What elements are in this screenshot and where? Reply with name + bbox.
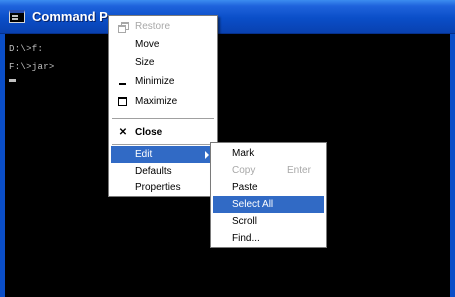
system-menu: Restore Move Size Minimize Maximize ✕ Cl… <box>108 15 218 197</box>
edit-submenu: Mark Copy Enter Paste Select All Scroll … <box>210 142 327 248</box>
menu-item-copy: Copy Enter <box>213 162 324 179</box>
console-line: D:\>f: <box>9 44 44 54</box>
menu-item-label: Copy <box>232 165 256 176</box>
menu-item-label: Find... <box>232 233 260 244</box>
menu-item-find[interactable]: Find... <box>213 230 324 247</box>
restore-icon <box>118 22 129 33</box>
menu-item-label: Paste <box>232 182 258 193</box>
menu-item-size[interactable]: Size <box>111 54 215 71</box>
menu-item-label: Minimize <box>135 76 175 87</box>
menu-separator <box>112 144 214 145</box>
title-bar[interactable]: Command P <box>0 0 455 34</box>
menu-item-mark[interactable]: Mark <box>213 145 324 162</box>
text-cursor <box>9 79 16 82</box>
menu-item-paste[interactable]: Paste <box>213 179 324 196</box>
menu-item-label: Maximize <box>135 96 178 107</box>
menu-item-label: Restore <box>135 21 171 32</box>
menu-item-close[interactable]: ✕ Close <box>111 124 215 141</box>
command-prompt-window: Command P D:\>f: F:\>jar> Restore Move S… <box>0 0 455 297</box>
menu-item-scroll[interactable]: Scroll <box>213 213 324 230</box>
minimize-icon <box>119 83 126 85</box>
submenu-arrow-icon <box>205 151 209 159</box>
console-line: F:\>jar> <box>9 62 55 72</box>
menu-item-minimize[interactable]: Minimize <box>111 73 215 90</box>
menu-separator <box>112 118 214 119</box>
menu-item-label: Move <box>135 39 160 50</box>
menu-item-move[interactable]: Move <box>111 36 215 53</box>
menu-item-label: Select All <box>232 199 274 210</box>
window-title: Command P <box>32 9 108 24</box>
menu-item-label: Defaults <box>135 166 172 177</box>
menu-item-label: Close <box>135 127 163 138</box>
menu-item-maximize[interactable]: Maximize <box>111 93 215 110</box>
maximize-icon <box>118 97 127 106</box>
menu-item-label: Size <box>135 57 155 68</box>
menu-item-defaults[interactable]: Defaults <box>111 163 215 180</box>
menu-item-label: Edit <box>135 149 153 160</box>
menu-item-properties[interactable]: Properties <box>111 179 215 196</box>
menu-item-select-all[interactable]: Select All <box>213 196 324 213</box>
menu-item-label: Properties <box>135 182 181 193</box>
menu-item-label: Mark <box>232 148 255 159</box>
window-border-right <box>450 34 455 297</box>
menu-item-label: Scroll <box>232 216 258 227</box>
close-icon: ✕ <box>118 127 128 138</box>
menu-item-restore: Restore <box>111 18 215 35</box>
command-prompt-icon[interactable] <box>9 10 25 23</box>
menu-item-edit[interactable]: Edit <box>111 146 215 163</box>
shortcut-label: Enter <box>287 165 311 176</box>
